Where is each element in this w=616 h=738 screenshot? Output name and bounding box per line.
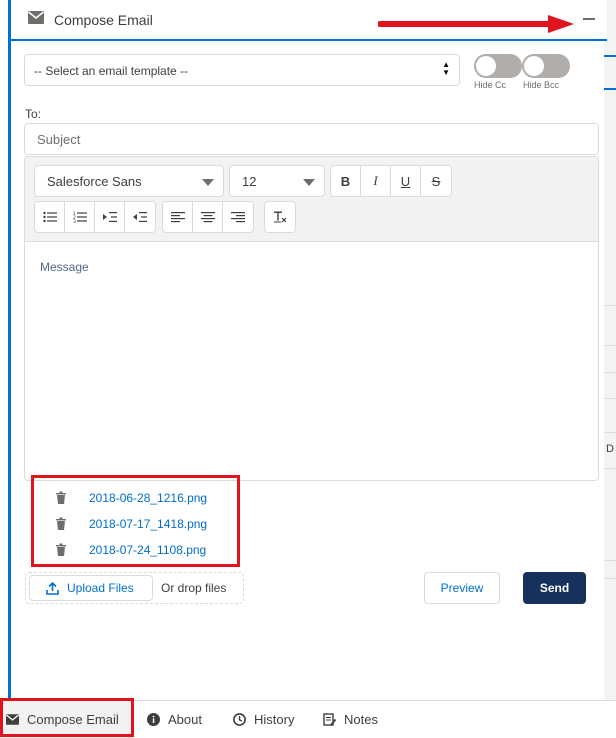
attachment-item: 2018-06-28_1216.png [55,489,207,507]
align-left-icon [170,212,185,223]
underline-icon: U [400,173,411,189]
hide-cc-toggle[interactable] [474,54,522,78]
trash-icon[interactable] [55,543,67,557]
attachment-list: 2018-06-28_1216.png 2018-07-17_1418.png … [31,475,240,567]
send-button[interactable]: Send [523,572,586,604]
background-divider [604,398,616,399]
numbered-list-button[interactable]: 1 2 3 [65,202,95,232]
attachment-link[interactable]: 2018-07-24_1108.png [89,543,206,557]
background-divider [604,345,616,346]
utility-item-label: About [168,712,202,727]
background-divider [604,305,616,306]
hide-bcc-toggle[interactable] [522,54,570,78]
attachment-item: 2018-07-17_1418.png [55,515,207,533]
upload-icon [46,581,59,595]
bulleted-list-icon [42,211,57,223]
panel-title: Compose Email [54,12,153,28]
indent-icon [102,212,117,222]
rich-text-editor: Salesforce Sans 12 B I U S 1 2 3 Message [24,156,599,481]
clear-format-group [264,201,296,233]
font-size-value: 12 [242,174,257,189]
annotation-arrow [378,15,574,33]
font-size-select[interactable]: 12 [229,165,325,197]
background-edge-text: D [606,443,614,455]
drop-files-text: Or drop files [161,581,227,595]
background-accent-line [604,55,616,57]
background-divider [604,560,616,561]
background-divider [604,432,616,433]
subject-input[interactable]: Subject [24,123,599,155]
utility-item-label: History [254,712,295,727]
minimize-icon [583,18,595,20]
background-divider [604,468,616,469]
hide-cc-label: Hide Cc [474,80,507,90]
align-right-icon [231,212,245,223]
bold-button[interactable]: B [331,166,361,196]
font-family-select[interactable]: Salesforce Sans [34,165,224,197]
strikethrough-button[interactable]: S [421,166,451,196]
utility-item-label: Notes [344,712,378,727]
info-icon [147,713,160,726]
upload-files-label: Upload Files [67,581,134,595]
chevron-down-icon [303,179,315,186]
note-icon [323,713,336,726]
compose-email-panel: Compose Email -- Select an email templat… [8,0,607,700]
attachment-item: 2018-07-24_1108.png [55,541,206,559]
align-left-button[interactable] [163,202,193,232]
email-template-value: -- Select an email template -- [34,64,189,78]
background-divider [604,578,616,579]
indent-button[interactable] [95,202,125,232]
text-style-group: B I U S [330,165,452,197]
outdent-button[interactable] [125,202,155,232]
chevron-down-icon [202,179,214,186]
align-right-button[interactable] [223,202,253,232]
message-placeholder: Message [40,260,89,274]
underline-button[interactable]: U [391,166,421,196]
email-template-select[interactable]: -- Select an email template -- ▲ ▼ [24,54,460,86]
select-arrows-icon: ▲ ▼ [442,60,450,77]
editor-toolbar: Salesforce Sans 12 B I U S 1 2 3 [25,157,598,242]
numbered-list-icon: 1 2 3 [73,211,87,223]
to-label: To: [25,107,42,121]
utility-item-notes[interactable]: Notes [323,701,378,738]
bulleted-list-button[interactable] [35,202,65,232]
list-indent-group: 1 2 3 [34,201,156,233]
message-body[interactable]: Message [25,243,598,480]
annotation-highlight-box [0,698,134,737]
upload-files-button[interactable]: Upload Files [29,575,153,601]
trash-icon[interactable] [55,491,67,505]
utility-item-history[interactable]: History [233,701,294,738]
align-center-icon [200,212,215,223]
email-icon [28,11,44,29]
clear-formatting-button[interactable] [265,202,295,232]
strikethrough-icon: S [431,173,441,189]
background-page [604,0,616,700]
file-drop-zone[interactable]: Upload Files Or drop files [25,572,244,604]
svg-text:3: 3 [73,219,76,223]
italic-button[interactable]: I [361,166,391,196]
outdent-icon [133,212,147,222]
background-accent-line [604,88,616,90]
alignment-group [162,201,254,233]
font-family-value: Salesforce Sans [47,174,142,189]
attachment-link[interactable]: 2018-07-17_1418.png [89,517,207,531]
utility-item-about[interactable]: About [147,701,202,738]
hide-bcc-label: Hide Bcc [523,80,560,90]
attachment-link[interactable]: 2018-06-28_1216.png [89,491,207,505]
trash-icon[interactable] [55,517,67,531]
background-divider [604,372,616,373]
bold-icon: B [340,173,351,189]
preview-button[interactable]: Preview [424,572,500,604]
align-center-button[interactable] [193,202,223,232]
italic-icon: I [373,173,378,188]
clear-formatting-icon [274,211,287,223]
clock-icon [233,713,246,726]
